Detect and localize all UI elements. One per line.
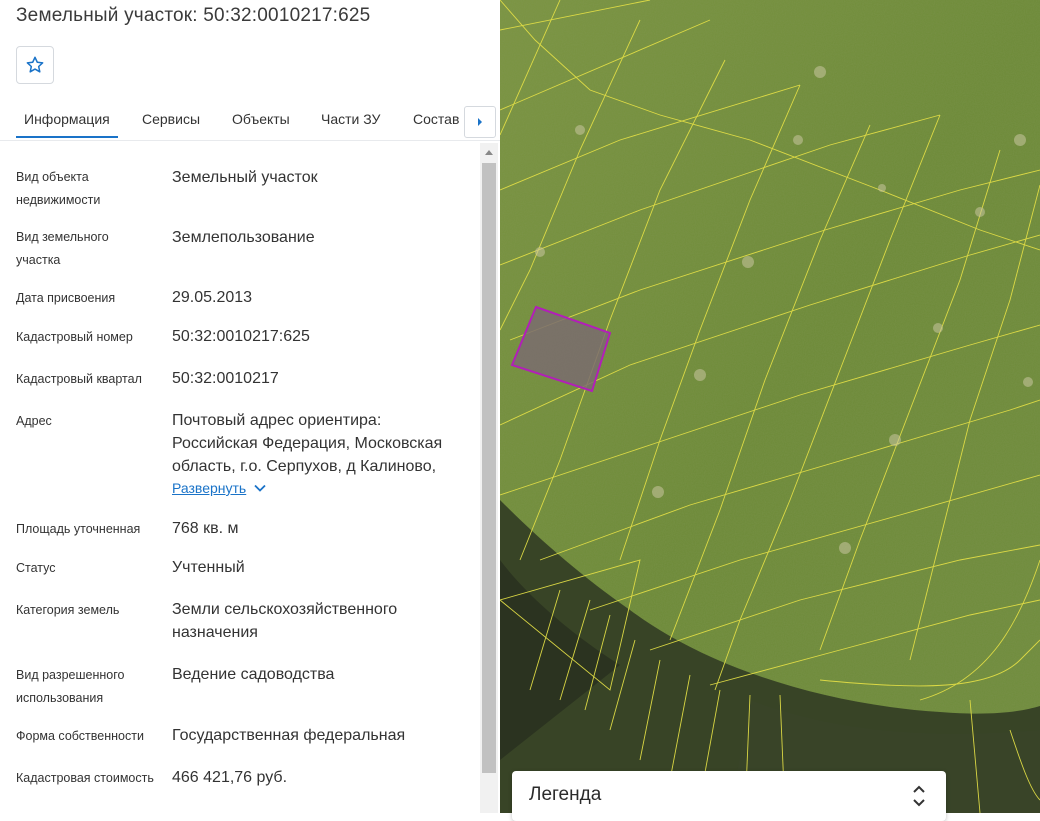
field-label-ownership: Форма собственности	[16, 729, 144, 743]
field-value-cadastral-block: 50:32:0010217	[172, 370, 279, 387]
tab-bar: Информация Сервисы Объекты Части ЗУ Сост…	[0, 98, 500, 141]
caret-right-icon	[478, 118, 482, 126]
scrollbar-thumb[interactable]	[482, 163, 496, 773]
field-label-cadastral-block: Кадастровый квартал	[16, 372, 142, 386]
legend-panel[interactable]: Легенда	[512, 771, 946, 821]
field-label-area: Площадь уточненная	[16, 522, 141, 536]
field-label-object-type: Вид объекта недвижимости	[16, 170, 101, 207]
chevron-down-icon	[254, 484, 266, 492]
field-value-status: Учтенный	[172, 559, 245, 576]
expand-collapse-icon[interactable]	[912, 783, 926, 809]
field-label-permitted-use: Вид разрешенного использования	[16, 668, 125, 705]
legend-label: Легенда	[529, 784, 602, 805]
field-label-address: Адрес	[16, 414, 52, 428]
satellite-map[interactable]	[500, 0, 1040, 813]
field-label-land-category: Категория земель	[16, 603, 120, 617]
expand-address-link[interactable]: Развернуть	[172, 480, 266, 496]
page-title: Земельный участок: 50:32:0010217:625	[16, 5, 371, 26]
tab-services[interactable]: Сервисы	[142, 98, 200, 138]
scroll-up-arrow-icon[interactable]	[480, 143, 498, 161]
field-label-parcel-type: Вид земельного участка	[16, 230, 109, 267]
info-panel: Земельный участок: 50:32:0010217:625 Инф…	[0, 0, 500, 813]
favorite-button[interactable]	[16, 46, 54, 84]
tabs-next-button[interactable]	[464, 106, 496, 138]
field-value-cadastral-number: 50:32:0010217:625	[172, 328, 310, 345]
tab-composition[interactable]: Состав	[413, 98, 459, 138]
field-value-area: 768 кв. м	[172, 520, 239, 537]
tab-information[interactable]: Информация	[16, 98, 118, 138]
star-outline-icon	[26, 56, 44, 73]
field-label-assignment-date: Дата присвоения	[16, 291, 116, 305]
map-canvas[interactable]	[500, 0, 1040, 813]
field-value-parcel-type: Землепользование	[172, 229, 315, 246]
tab-objects[interactable]: Объекты	[232, 98, 290, 138]
panel-scrollbar[interactable]	[480, 143, 498, 813]
field-label-status: Статус	[16, 561, 56, 575]
field-value-assignment-date: 29.05.2013	[172, 289, 253, 306]
expand-label: Развернуть	[172, 480, 247, 496]
field-label-cadastral-number: Кадастровый номер	[16, 330, 133, 344]
field-value-cadastral-value: 466 421,76 руб.	[172, 769, 288, 786]
tab-parcel-parts[interactable]: Части ЗУ	[321, 98, 380, 138]
field-value-permitted-use: Ведение садоводства	[172, 666, 335, 683]
field-label-cadastral-value: Кадастровая стоимость	[16, 771, 154, 785]
field-value-address: Почтовый адрес ориентира: Российская Фед…	[172, 412, 443, 475]
field-value-object-type: Земельный участок	[172, 169, 318, 186]
field-value-land-category: Земли сельскохозяйственного назначения	[172, 601, 398, 641]
field-value-ownership: Государственная федеральная	[172, 727, 406, 744]
